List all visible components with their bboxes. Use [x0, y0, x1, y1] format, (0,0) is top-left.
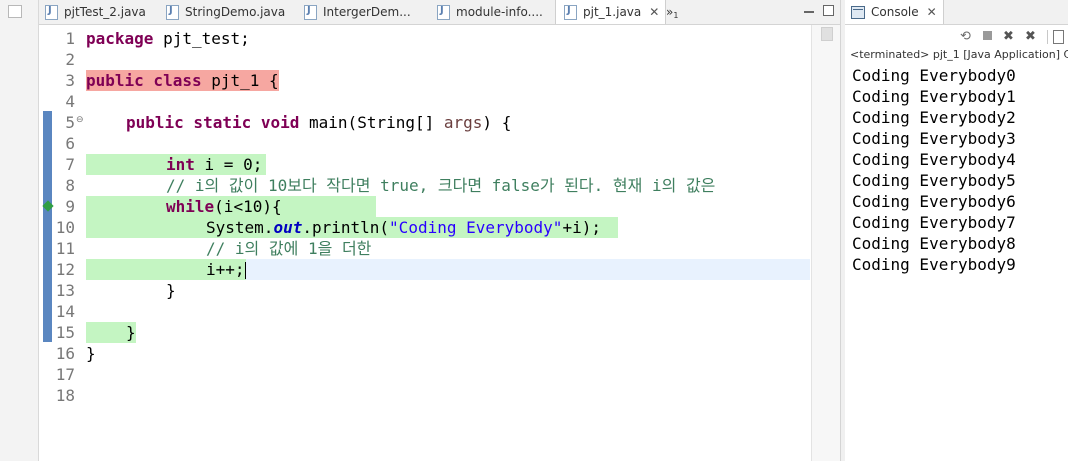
line-number: 18: [55, 386, 75, 405]
line-number: 2: [65, 50, 75, 69]
editor-vertical-scrollbar[interactable]: [811, 25, 841, 461]
java-file-icon: [564, 4, 577, 20]
tab-module-info[interactable]: module-info....: [437, 0, 543, 24]
line-number: 11: [55, 239, 75, 258]
console-output-line: Coding Everybody4: [852, 150, 1016, 169]
remove-launch-icon[interactable]: ✖: [1003, 29, 1014, 44]
tab-label: module-info....: [456, 5, 543, 19]
tab-label: IntergerDem...: [323, 5, 411, 19]
line-number: 5: [65, 113, 75, 132]
line-number: 9: [65, 197, 75, 216]
left-trim-strip: [0, 0, 39, 461]
line-number: 13: [55, 281, 75, 300]
line-number: 6: [65, 134, 75, 153]
maximize-icon[interactable]: [823, 5, 834, 16]
code-line: System.out.println("Coding Everybody"+i)…: [206, 218, 601, 237]
tab-overflow-button[interactable]: » 1: [666, 0, 678, 24]
console-output-line: Coding Everybody8: [852, 234, 1016, 253]
line-number: 12: [55, 260, 75, 279]
terminate-icon[interactable]: [983, 31, 992, 40]
restore-view-icon[interactable]: [8, 5, 22, 18]
line-number: 14: [55, 302, 75, 321]
line-number: 3: [65, 71, 75, 90]
tab-stringdemo[interactable]: StringDemo.java: [166, 0, 285, 24]
console-launch-status: <terminated> pjt_1 [Java Application] C:: [850, 48, 1068, 61]
line-number: 7: [65, 155, 75, 174]
java-file-icon: [437, 4, 450, 20]
comment-line: // i의 값에 1을 더한: [206, 239, 372, 258]
code-editor[interactable]: 1 package pjt_test; 2 3 public class pjt…: [39, 25, 840, 461]
code-line: }: [126, 323, 136, 342]
line-number: 10: [55, 218, 75, 237]
fold-collapse-icon[interactable]: ⊖: [76, 115, 84, 125]
console-output-line: Coding Everybody2: [852, 108, 1016, 127]
chevron-double-right-icon: »: [666, 5, 674, 19]
close-tab-icon[interactable]: ✕: [927, 5, 937, 19]
console-tab-label: Console: [871, 5, 919, 19]
console-output-line: Coding Everybody6: [852, 192, 1016, 211]
toolbar-separator: [1047, 30, 1048, 44]
java-file-icon: [45, 4, 58, 20]
console-view: Console ✕ ⟲ ✖ ✖ <terminated> pjt_1 [Java…: [845, 0, 1068, 461]
line-number: 4: [65, 92, 75, 111]
console-icon: [851, 5, 865, 19]
code-line: public class pjt_1 {: [86, 70, 279, 91]
code-line: }: [166, 281, 176, 300]
code-line: package pjt_test;: [86, 29, 250, 48]
code-line: int i = 0;: [166, 155, 263, 174]
line-number: 8: [65, 176, 75, 195]
code-line: while(i<10){: [166, 197, 282, 216]
console-output-line: Coding Everybody3: [852, 129, 1016, 148]
code-line: }: [86, 344, 96, 363]
line-number: 16: [55, 344, 75, 363]
minimize-icon[interactable]: [804, 11, 814, 13]
tab-label: StringDemo.java: [185, 5, 286, 19]
java-file-icon: [166, 4, 179, 20]
line-number: 15: [55, 323, 75, 342]
comment-line: // i의 값이 10보다 작다면 true, 크다면 false가 된다. 현…: [166, 176, 716, 195]
console-output-line: Coding Everybody0: [852, 66, 1016, 85]
code-line: i++;: [206, 260, 246, 279]
java-file-icon: [304, 4, 317, 20]
close-tab-icon[interactable]: ✕: [649, 5, 659, 19]
overflow-count: 1: [673, 10, 679, 20]
line-number: 17: [55, 365, 75, 384]
remove-all-terminated-icon[interactable]: ✖: [1025, 29, 1036, 44]
console-output[interactable]: Coding Everybody0 Coding Everybody1 Codi…: [852, 65, 1016, 275]
breakpoint-icon[interactable]: [42, 200, 54, 212]
console-output-line: Coding Everybody5: [852, 171, 1016, 190]
tab-label: pjtTest_2.java: [64, 5, 146, 19]
code-line: public static void main(String[] args) {: [126, 113, 512, 132]
editor-pane: pjtTest_2.java StringDemo.java IntergerD…: [39, 0, 841, 461]
scroll-lock-icon[interactable]: [1053, 30, 1064, 44]
tab-pjttest-2[interactable]: pjtTest_2.java: [45, 0, 146, 24]
tab-console[interactable]: Console ✕: [845, 0, 944, 24]
text-caret: [244, 262, 246, 279]
editor-tab-bar: pjtTest_2.java StringDemo.java IntergerD…: [39, 0, 840, 25]
console-tab-bar: Console ✕: [845, 0, 1068, 25]
console-output-line: Coding Everybody7: [852, 213, 1016, 232]
scroll-thumb[interactable]: [821, 27, 833, 41]
tab-intergerdemo[interactable]: IntergerDem...: [304, 0, 411, 24]
editor-window-controls: [804, 5, 834, 16]
console-output-line: Coding Everybody1: [852, 87, 1016, 106]
console-toolbar: ⟲ ✖ ✖: [845, 25, 1068, 47]
line-number: 1: [65, 29, 75, 48]
console-output-line: Coding Everybody9: [852, 255, 1016, 274]
tab-label: pjt_1.java: [583, 5, 642, 19]
relaunch-icon[interactable]: ⟲: [960, 29, 971, 44]
tab-pjt-1[interactable]: pjt_1.java ✕: [555, 0, 667, 24]
